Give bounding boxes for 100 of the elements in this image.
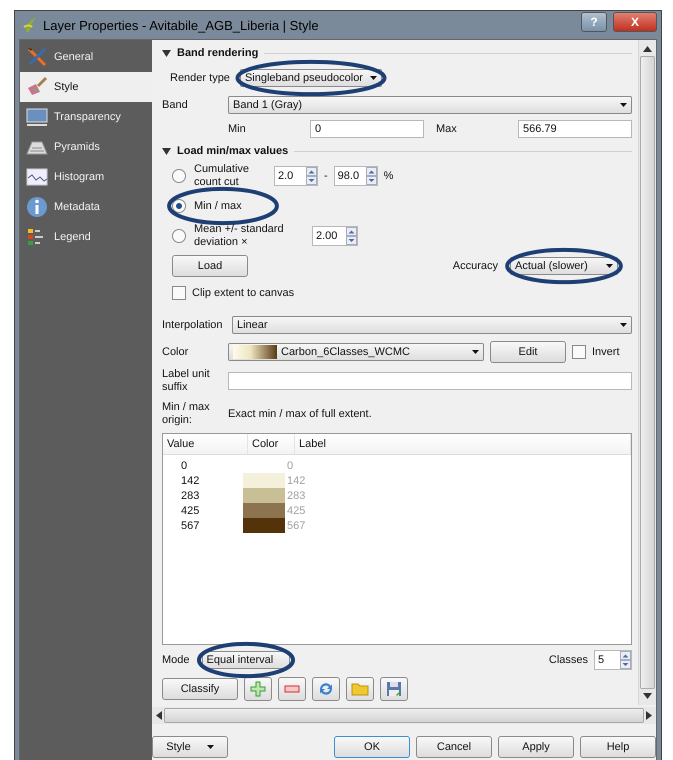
field-label: Accuracy	[452, 260, 498, 272]
table-cell-text: 0	[286, 460, 294, 472]
folder-icon	[351, 682, 369, 696]
table-cell-text: 425	[286, 504, 306, 516]
section-title: Band rendering	[177, 47, 258, 59]
app-logo-icon	[23, 17, 37, 33]
checkbox-label: Clip extent to canvas	[192, 286, 294, 300]
table-cell-text: 0	[180, 460, 188, 472]
spin-arrows-icon[interactable]	[620, 651, 631, 669]
band-dropdown[interactable]: Band 1 (Gray)	[228, 96, 632, 114]
plus-icon	[250, 681, 266, 697]
vertical-scrollbar[interactable]	[638, 40, 656, 705]
sidebar-item[interactable]: General	[20, 42, 149, 72]
min-field[interactable]: 0	[310, 120, 424, 138]
dialog-button[interactable]: Help	[580, 736, 656, 758]
option-label: Mean +/- standard deviation ×	[194, 223, 285, 249]
interpolation-dropdown[interactable]: Linear	[232, 316, 632, 334]
histogram-icon	[26, 168, 48, 186]
spin-arrows-icon[interactable]	[366, 167, 377, 185]
dialog-button[interactable]: OK	[334, 736, 410, 758]
caret-icon	[370, 76, 377, 80]
checkbox[interactable]	[572, 345, 586, 359]
refresh-icon	[318, 681, 334, 697]
toolbar-button[interactable]	[346, 677, 374, 701]
spin-field[interactable]: 98.0	[334, 166, 378, 186]
column-header[interactable]: Value	[163, 434, 248, 454]
caret-icon	[620, 103, 627, 107]
horizontal-scrollbar[interactable]	[152, 707, 656, 724]
color-ramp-icon	[233, 345, 277, 359]
option-label: Cumulative count cut	[194, 163, 250, 189]
paintbrush-icon	[26, 76, 48, 98]
radio-button[interactable]	[172, 169, 186, 183]
field-label: Min	[228, 122, 247, 136]
toolbar-button[interactable]	[278, 677, 306, 701]
origin-text: Exact min / max of full extent.	[228, 408, 372, 420]
max-field[interactable]: 566.79	[518, 120, 632, 138]
edit-button[interactable]: Edit	[490, 341, 566, 363]
style-menu-button[interactable]: Style	[152, 736, 228, 758]
collapse-icon[interactable]	[162, 148, 171, 154]
spin-arrows-icon[interactable]	[306, 167, 317, 185]
load-button[interactable]: Load	[172, 255, 248, 277]
table-cell-text: 567	[286, 520, 306, 532]
caret-icon	[620, 323, 627, 327]
field-label: Band	[162, 98, 189, 112]
minus-icon	[284, 685, 300, 693]
spin-field[interactable]: 2.00	[312, 226, 358, 246]
table-cell-text: 567	[180, 520, 200, 532]
tools-icon	[26, 46, 48, 68]
window-title: Layer Properties - Avitabile_AGB_Liberia | Style	[43, 18, 320, 32]
caret-icon	[472, 350, 479, 354]
table-cell-text: 142	[180, 474, 200, 486]
field-label: Mode	[162, 654, 190, 666]
option-label: Min / max	[194, 200, 243, 212]
scroll-right-icon[interactable]	[646, 711, 652, 720]
checkbox-label: Invert	[592, 346, 620, 358]
classes-spin-field[interactable]: 5	[594, 650, 632, 670]
dialog-button[interactable]: Cancel	[416, 736, 492, 758]
table-cell-text: 142	[286, 474, 306, 486]
section-title: Load min/max values	[177, 145, 288, 157]
spin-field[interactable]: 2.0	[274, 166, 318, 186]
field-label: Render type	[170, 72, 230, 84]
scroll-left-icon[interactable]	[156, 711, 162, 720]
collapse-icon[interactable]	[162, 50, 171, 56]
table-cell-text: 425	[180, 504, 200, 516]
toolbar-button[interactable]	[312, 677, 340, 701]
label-suffix-field[interactable]	[228, 372, 632, 390]
scroll-down-icon[interactable]	[643, 693, 652, 699]
field-label: Color	[162, 346, 190, 358]
column-header[interactable]: Color	[248, 434, 295, 454]
render-type-dropdown[interactable]: Singleband pseudocolor	[240, 69, 382, 87]
toolbar-button[interactable]	[380, 677, 408, 701]
field-label: Classes	[548, 654, 588, 666]
sidebar-item[interactable]: Pyramids	[20, 132, 149, 162]
radio-button[interactable]	[172, 229, 186, 243]
column-header[interactable]: Label	[295, 434, 631, 454]
separator-text: -	[324, 170, 328, 182]
screen-icon	[26, 107, 48, 127]
sidebar-item[interactable]: Histogram	[20, 162, 149, 192]
caret-icon	[606, 264, 613, 268]
checkbox[interactable]	[172, 286, 186, 300]
close-button[interactable]: X	[613, 12, 657, 32]
toolbar-button[interactable]	[244, 677, 272, 701]
dialog-button[interactable]: Apply	[498, 736, 574, 758]
unit-text: %	[384, 170, 394, 182]
spin-arrows-icon[interactable]	[346, 227, 357, 245]
table-cell-text: 283	[286, 490, 306, 502]
sidebar-item[interactable]: Legend	[20, 222, 149, 252]
info-icon	[26, 196, 48, 218]
sidebar-item[interactable]: Style	[20, 72, 152, 102]
sidebar-item[interactable]: Metadata	[20, 192, 149, 222]
mode-dropdown[interactable]: Equal interval	[202, 651, 290, 669]
color-ramp-dropdown[interactable]: Carbon_6Classes_WCMC	[228, 343, 484, 361]
field-label: Max	[435, 122, 458, 136]
classify-button[interactable]: Classify	[162, 678, 238, 700]
accuracy-dropdown[interactable]: Actual (slower)	[510, 257, 618, 275]
field-label: Interpolation	[162, 318, 224, 332]
sidebar-item[interactable]: Transparency	[20, 102, 149, 132]
field-label: Label unit suffix	[162, 368, 211, 394]
scroll-up-icon[interactable]	[643, 46, 652, 52]
caret-icon	[206, 745, 214, 749]
